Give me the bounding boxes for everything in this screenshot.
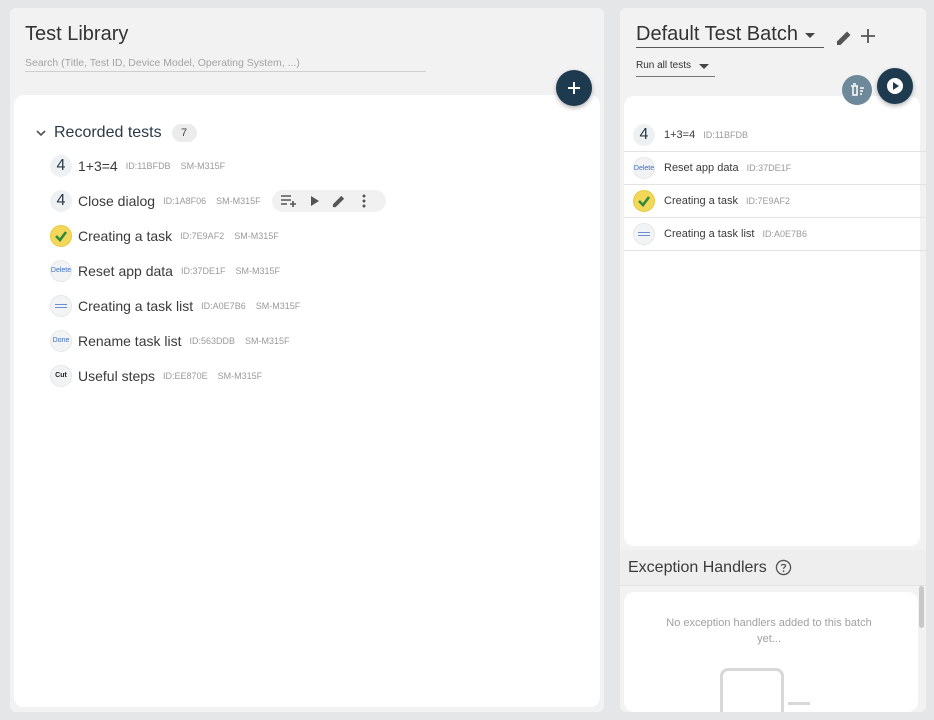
play-circle-icon (887, 78, 903, 94)
test-library-panel: Test Library Recorded tests 7 4 1+3=4 ID… (10, 8, 604, 712)
help-icon[interactable] (775, 559, 792, 576)
test-id: ID:563DDB (189, 335, 236, 346)
run-batch-button[interactable] (877, 68, 913, 104)
batch-test-row[interactable]: Delete Reset app data ID:37DE1F (624, 152, 926, 185)
empty-state-text: No exception handlers added to this batc… (666, 617, 872, 645)
batch-selector[interactable]: Default Test Batch (636, 22, 824, 48)
delete-sweep-icon (851, 83, 864, 96)
batch-test-row[interactable]: Creating a task ID:7E9AF2 (624, 185, 926, 218)
chevron-down-icon[interactable] (34, 126, 48, 140)
edit-icon[interactable] (328, 192, 349, 210)
test-thumbnail-icon (633, 223, 655, 245)
exception-handlers-title: Exception Handlers (628, 558, 767, 576)
run-mode-select[interactable]: Run all tests (636, 55, 715, 77)
test-title: Creating a task list (664, 228, 755, 240)
batch-test-row[interactable]: 4 1+3=4 ID:11BFDB (624, 119, 926, 152)
test-row[interactable]: Cut Useful steps ID:EE870E SM-M315F (50, 358, 390, 393)
test-thumbnail: Cut (50, 364, 72, 387)
row-actions-toolbar (272, 190, 386, 212)
test-thumbnail-icon (50, 294, 72, 317)
test-thumbnail: 4 (633, 124, 655, 146)
exception-handlers-header: Exception Handlers (620, 550, 926, 586)
test-row[interactable]: 4 Close dialog ID:1A8F06 SM-M315F (50, 183, 390, 218)
test-device: SM-M315F (255, 300, 301, 311)
test-id: ID:11BFDB (125, 160, 171, 171)
test-id: ID:37DE1F (746, 163, 792, 173)
test-device: SM-M315F (216, 195, 261, 206)
test-batch-panel: Default Test Batch Run all tests 4 1+3=4… (620, 8, 926, 712)
test-id: ID:7E9AF2 (745, 196, 791, 206)
library-search-input[interactable] (25, 55, 426, 72)
add-test-button[interactable] (556, 70, 592, 106)
test-device: SM-M315F (235, 265, 281, 276)
library-test-list: 4 1+3=4 ID:11BFDB SM-M315F 4 Close dialo… (50, 148, 390, 393)
edit-batch-icon[interactable] (834, 28, 854, 48)
play-icon[interactable] (303, 192, 324, 210)
plus-icon (568, 82, 580, 94)
test-device: SM-M315F (180, 160, 226, 171)
batch-title: Default Test Batch (636, 23, 798, 45)
test-id: ID:7E9AF2 (180, 230, 225, 241)
test-thumbnail: Done (50, 329, 72, 352)
test-title[interactable]: Reset app data (78, 263, 173, 279)
test-id: ID:37DE1F (180, 265, 226, 276)
test-device: SM-M315F (217, 370, 263, 381)
test-title[interactable]: Rename task list (78, 333, 181, 349)
add-to-batch-icon[interactable] (278, 192, 299, 210)
test-device: SM-M315F (234, 230, 279, 241)
test-thumbnail: Delete (50, 259, 72, 282)
exception-handlers-area: No exception handlers added to this batc… (624, 592, 918, 712)
test-id: ID:A0E7B6 (201, 300, 246, 311)
test-title[interactable]: Useful steps (78, 368, 155, 384)
batch-test-row[interactable]: Creating a task list ID:A0E7B6 (624, 218, 926, 251)
test-title[interactable]: Creating a task (78, 228, 172, 244)
empty-state-illustration-dash (788, 702, 810, 705)
test-row[interactable]: Done Rename task list ID:563DDB SM-M315F (50, 323, 390, 358)
test-thumbnail: Delete (633, 157, 655, 179)
recorded-tests-group-header[interactable]: Recorded tests 7 (34, 123, 197, 143)
test-title[interactable]: Close dialog (78, 193, 155, 209)
test-id: ID:A0E7B6 (762, 229, 808, 239)
scrollbar[interactable] (919, 586, 924, 628)
run-mode-label: Run all tests (636, 60, 692, 71)
test-title: Creating a task (664, 195, 738, 207)
caret-down-icon (699, 63, 710, 69)
test-device: SM-M315F (245, 335, 290, 346)
group-label: Recorded tests (54, 124, 162, 141)
empty-state-illustration (720, 668, 784, 712)
clear-batch-button[interactable] (842, 75, 872, 105)
check-icon (50, 224, 72, 247)
batch-test-list: 4 1+3=4 ID:11BFDB Delete Reset app data … (624, 119, 926, 251)
caret-down-icon (804, 32, 815, 38)
test-row[interactable]: Creating a task list ID:A0E7B6 SM-M315F (50, 288, 390, 323)
test-thumbnail: 4 (50, 154, 72, 177)
count-badge: 7 (171, 124, 197, 142)
test-thumbnail: 4 (50, 189, 72, 212)
test-title[interactable]: Creating a task list (78, 298, 193, 314)
test-title[interactable]: 1+3=4 (78, 158, 118, 174)
test-id: ID:1A8F06 (163, 195, 207, 206)
library-list-area: Recorded tests 7 4 1+3=4 ID:11BFDB SM-M3… (14, 95, 600, 707)
test-row[interactable]: 4 1+3=4 ID:11BFDB SM-M315F (50, 148, 390, 183)
more-vert-icon[interactable] (353, 192, 374, 210)
test-row[interactable]: Creating a task ID:7E9AF2 SM-M315F (50, 218, 390, 253)
test-id: ID:11BFDB (703, 130, 749, 140)
test-row[interactable]: Delete Reset app data ID:37DE1F SM-M315F (50, 253, 390, 288)
check-icon (633, 190, 655, 212)
test-id: ID:EE870E (163, 370, 208, 381)
test-title: Reset app data (664, 162, 739, 174)
library-title: Test Library (25, 23, 129, 45)
add-batch-icon[interactable] (860, 28, 876, 44)
batch-list-area: 4 1+3=4 ID:11BFDB Delete Reset app data … (624, 96, 926, 546)
test-title: 1+3=4 (664, 129, 696, 141)
